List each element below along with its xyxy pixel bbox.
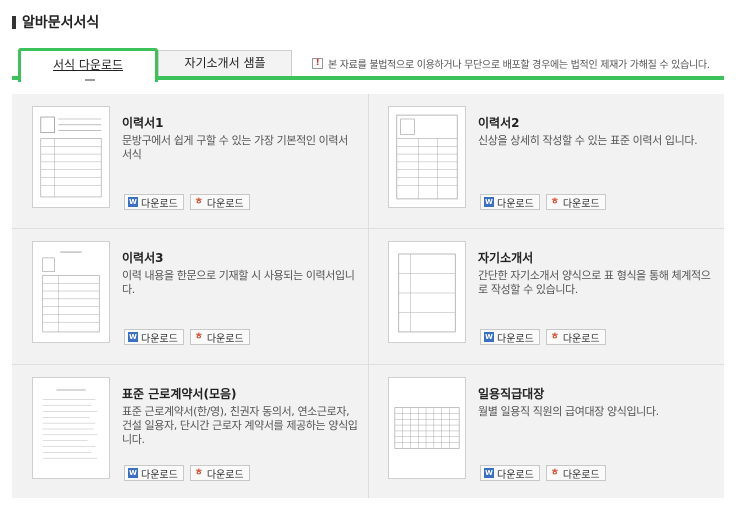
card-description: 월별 일용직 직원의 급여대장 양식입니다. <box>478 405 659 418</box>
word-download-button[interactable]: W 다운로드 <box>124 194 184 210</box>
download-label: 다운로드 <box>206 198 244 210</box>
form-card-resume-1: 이력서1 문방구에서 쉽게 구할 수 있는 가장 기본적인 이력서 서식 W 다운… <box>12 94 368 228</box>
download-label: 다운로드 <box>497 469 534 481</box>
download-label: 다운로드 <box>206 469 244 481</box>
tab-bar: 서식 다운로드 자기소개서 샘플 ! 본 자료를 불법적으로 이용하거나 무단으… <box>12 46 724 84</box>
warning-icon: ! <box>312 58 323 69</box>
word-file-icon: W <box>484 468 494 478</box>
form-grid: 이력서1 문방구에서 쉽게 구할 수 있는 가장 기본적인 이력서 서식 W 다운… <box>12 94 724 498</box>
word-file-icon: W <box>128 197 138 207</box>
word-download-button[interactable]: W 다운로드 <box>480 329 540 345</box>
page-title: 알바문서서식 <box>12 12 99 32</box>
card-title: 이력서2 <box>478 116 520 130</box>
word-download-button[interactable]: W 다운로드 <box>480 465 540 481</box>
document-preview-icon <box>40 116 102 198</box>
download-label: 다운로드 <box>141 333 178 345</box>
word-file-icon: W <box>128 468 138 478</box>
hwp-file-icon: ㅎ <box>550 332 559 342</box>
resume-2-thumbnail[interactable] <box>388 106 466 208</box>
document-preview-icon <box>394 407 460 449</box>
download-label: 다운로드 <box>562 469 600 481</box>
hwp-file-icon: ㅎ <box>194 468 203 478</box>
hwp-download-button[interactable]: ㅎ 다운로드 <box>189 194 250 210</box>
page-title-text: 알바문서서식 <box>22 15 100 31</box>
hwp-file-icon: ㅎ <box>550 468 559 478</box>
tab-form-download-label: 서식 다운로드 <box>52 58 124 72</box>
card-description: 문방구에서 쉽게 구할 수 있는 가장 기본적인 이력서 서식 <box>122 134 348 161</box>
document-preview-icon <box>398 253 456 333</box>
document-preview-icon <box>396 114 458 200</box>
hwp-file-icon: ㅎ <box>194 332 203 342</box>
hwp-download-button[interactable]: ㅎ 다운로드 <box>545 194 606 210</box>
download-label: 다운로드 <box>497 198 534 210</box>
resume-3-thumbnail[interactable] <box>32 241 110 343</box>
form-card-resume-3: 이력서3 이력 내용을 한문으로 기재할 시 사용되는 이력서입니다. W 다운로… <box>12 229 368 363</box>
download-label: 다운로드 <box>497 333 534 345</box>
title-bar-icon <box>12 15 16 29</box>
form-card-resume-2: 이력서2 신상을 상세히 작성할 수 있는 표준 이력서 입니다. W 다운로드 … <box>368 94 724 228</box>
word-download-button[interactable]: W 다운로드 <box>124 465 184 481</box>
document-preview-icon <box>42 389 98 459</box>
document-preview-icon <box>42 251 100 333</box>
employment-contract-thumbnail[interactable] <box>32 377 110 479</box>
card-description: 신상을 상세히 작성할 수 있는 표준 이력서 입니다. <box>478 134 698 147</box>
hwp-download-button[interactable]: ㅎ 다운로드 <box>545 329 606 345</box>
hwp-file-icon: ㅎ <box>550 197 559 207</box>
card-description: 간단한 자기소개서 양식으로 표 형식을 통해 체계적으로 작성할 수 있습니다… <box>478 269 711 296</box>
card-description: 이력 내용을 한문으로 기재할 시 사용되는 이력서입니다. <box>122 269 355 296</box>
word-file-icon: W <box>484 332 494 342</box>
card-title: 이력서3 <box>122 251 164 265</box>
hwp-download-button[interactable]: ㅎ 다운로드 <box>545 465 606 481</box>
hwp-file-icon: ㅎ <box>194 197 203 207</box>
card-title: 자기소개서 <box>478 251 534 265</box>
hwp-download-button[interactable]: ㅎ 다운로드 <box>189 465 250 481</box>
daily-payroll-thumbnail[interactable] <box>388 377 466 479</box>
download-label: 다운로드 <box>562 333 600 345</box>
form-card-employment-contract: 표준 근로계약서(모음) 표준 근로계약서(한/영), 친권자 동의서, 연소근… <box>12 365 368 499</box>
download-label: 다운로드 <box>206 333 244 345</box>
tab-cover-letter-sample[interactable]: 자기소개서 샘플 <box>158 50 292 76</box>
download-label: 다운로드 <box>141 198 178 210</box>
active-tab-marker <box>85 79 95 81</box>
copyright-notice: ! 본 자료를 불법적으로 이용하거나 무단으로 배포할 경우에는 법적인 제재… <box>312 56 710 71</box>
self-introduction-thumbnail[interactable] <box>388 241 466 343</box>
notice-text: 본 자료를 불법적으로 이용하거나 무단으로 배포할 경우에는 법적인 제재가 … <box>328 60 710 71</box>
download-label: 다운로드 <box>562 198 600 210</box>
word-download-button[interactable]: W 다운로드 <box>480 194 540 210</box>
form-card-self-introduction: 자기소개서 간단한 자기소개서 양식으로 표 형식을 통해 체계적으로 작성할 … <box>368 229 724 363</box>
form-card-daily-payroll: 일용직급대장 월별 일용직 직원의 급여대장 양식입니다. W 다운로드 ㅎ 다운로… <box>368 365 724 499</box>
hwp-download-button[interactable]: ㅎ 다운로드 <box>189 329 250 345</box>
card-title: 이력서1 <box>122 116 164 130</box>
tab-cover-letter-sample-label: 자기소개서 샘플 <box>184 56 266 70</box>
card-description: 표준 근로계약서(한/영), 친권자 동의서, 연소근로자, 건설 일용자, 단… <box>122 405 358 446</box>
download-label: 다운로드 <box>141 469 178 481</box>
word-file-icon: W <box>128 332 138 342</box>
word-file-icon: W <box>484 197 494 207</box>
resume-1-thumbnail[interactable] <box>32 106 110 208</box>
word-download-button[interactable]: W 다운로드 <box>124 329 184 345</box>
tab-form-download[interactable]: 서식 다운로드 <box>18 48 158 82</box>
card-title: 일용직급대장 <box>478 387 545 401</box>
card-title: 표준 근로계약서(모음) <box>122 387 237 401</box>
